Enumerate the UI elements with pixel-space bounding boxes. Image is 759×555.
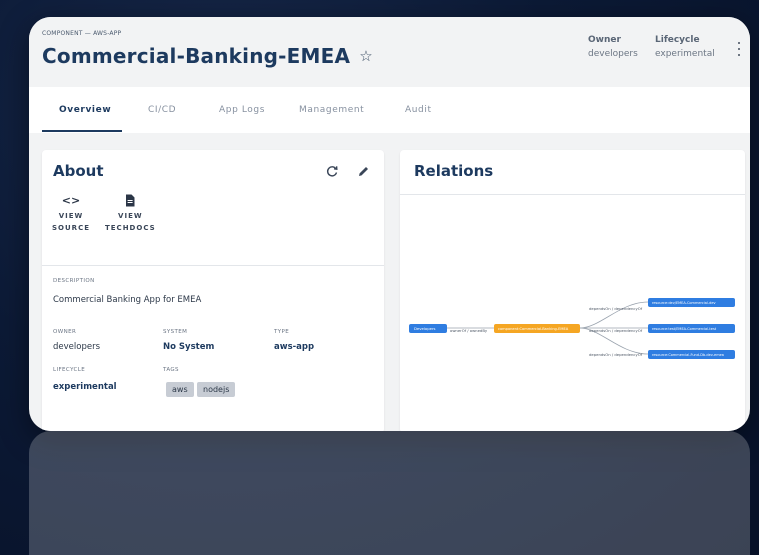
svg-text:Developers: Developers (414, 326, 436, 331)
title-row: Commercial-Banking-EMEA ☆ (42, 44, 373, 68)
edge-label: dependsOn / dependencyOf (589, 352, 643, 357)
view-source-label: VIEW SOURCE (52, 212, 90, 232)
lifecycle-value: experimental (53, 382, 117, 392)
header-owner: Owner developers (588, 35, 638, 59)
window-reflection (29, 431, 750, 555)
page-title: Commercial-Banking-EMEA (42, 44, 351, 68)
owner-label: OWNER (53, 329, 77, 335)
edge-label: dependsOn / dependencyOf (589, 328, 643, 333)
graph-node-center[interactable]: component:Commercial-Banking-EMEA (494, 324, 580, 333)
header-lifecycle-value: experimental (655, 49, 715, 59)
system-value: No System (163, 342, 215, 352)
page-header: COMPONENT — AWS-APP Commercial-Banking-E… (29, 17, 750, 87)
graph-node-resource[interactable]: resource:dev/EMEA-Commercial-dev (648, 298, 735, 307)
about-title: About (53, 162, 104, 180)
description-value: Commercial Banking App for EMEA (53, 295, 202, 305)
header-owner-label: Owner (588, 35, 621, 45)
tag-chip: aws (166, 382, 194, 397)
entity-kind: COMPONENT — AWS-APP (42, 30, 122, 37)
about-card: About <> VIEW SOURCE VIEW TECHDOCS DESCRIP… (42, 150, 384, 431)
edge-label: ownerOf / ownedBy (450, 328, 488, 333)
lifecycle-label: LIFECYCLE (53, 367, 86, 373)
relations-card: Relations ownerOf / ownedBy dependsOn / … (400, 150, 745, 431)
relations-graph: ownerOf / ownedBy dependsOn / dependency… (409, 298, 735, 359)
star-icon[interactable]: ☆ (359, 47, 372, 65)
edit-icon[interactable] (355, 163, 371, 179)
svg-text:resource:test/EMEA-Commercial-: resource:test/EMEA-Commercial-test (652, 327, 717, 331)
graph-node-resource[interactable]: resource:test/EMEA-Commercial-test (648, 324, 735, 333)
owner-value[interactable]: developers (53, 342, 100, 352)
header-lifecycle: Lifecycle experimental (655, 35, 715, 59)
view-techdocs-link[interactable]: VIEW TECHDOCS (105, 192, 156, 234)
document-icon (125, 192, 135, 208)
svg-text:resource:Commercial-Fund-Db-de: resource:Commercial-Fund-Db-dev-emea (652, 353, 724, 357)
tags-label: TAGS (163, 367, 179, 373)
more-options-icon[interactable] (736, 42, 742, 56)
graph-node-group[interactable]: Developers (409, 324, 447, 333)
view-techdocs-label: VIEW TECHDOCS (105, 212, 156, 232)
tab-bar: Overview CI/CD App Logs Management Audit (29, 87, 750, 133)
tab-overview[interactable]: Overview (59, 105, 111, 115)
tab-ci-cd[interactable]: CI/CD (148, 105, 176, 115)
view-source-link[interactable]: <> VIEW SOURCE (52, 192, 90, 234)
header-owner-value[interactable]: developers (588, 49, 638, 59)
code-icon: <> (61, 193, 81, 207)
tag-chip: nodejs (197, 382, 236, 397)
description-label: DESCRIPTION (53, 278, 95, 284)
svg-text:component:Commercial-Banking-E: component:Commercial-Banking-EMEA (498, 327, 569, 331)
edge-label: dependsOn / dependencyOf (589, 306, 643, 311)
tab-app-logs[interactable]: App Logs (219, 105, 265, 115)
type-label: TYPE (274, 329, 290, 335)
tab-management[interactable]: Management (299, 105, 364, 115)
header-lifecycle-label: Lifecycle (655, 35, 700, 45)
svg-text:resource:dev/EMEA-Commercial-d: resource:dev/EMEA-Commercial-dev (652, 301, 716, 305)
tab-audit[interactable]: Audit (405, 105, 432, 115)
system-label: SYSTEM (163, 329, 188, 335)
graph-node-resource[interactable]: resource:Commercial-Fund-Db-dev-emea (648, 350, 735, 359)
refresh-icon[interactable] (324, 163, 340, 179)
entity-page: COMPONENT — AWS-APP Commercial-Banking-E… (29, 17, 750, 431)
type-value: aws-app (274, 342, 315, 352)
about-divider (42, 265, 384, 266)
active-tab-indicator (42, 130, 122, 132)
